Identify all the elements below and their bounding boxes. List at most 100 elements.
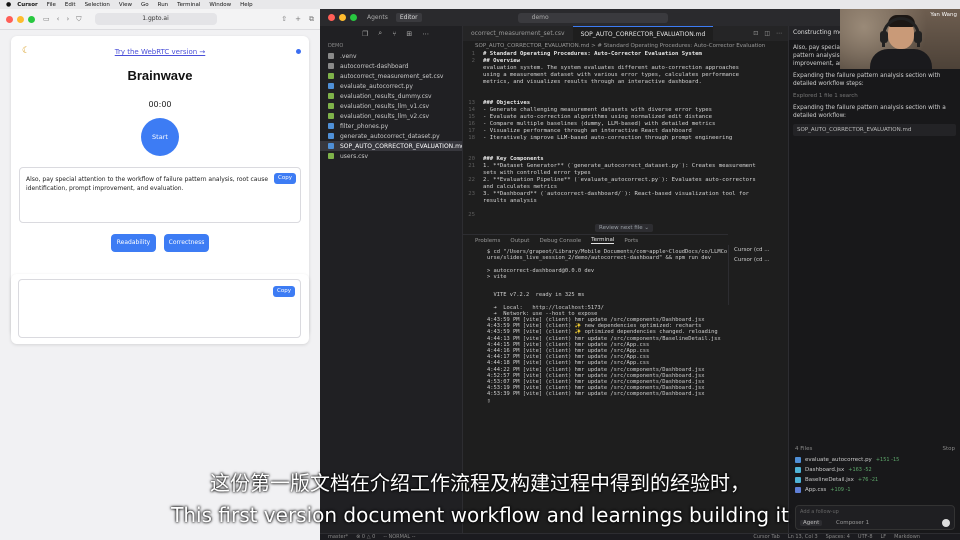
tabs-overview-icon[interactable]: ⧉ xyxy=(309,15,314,24)
copy-output-button[interactable]: Copy xyxy=(273,286,295,297)
back-icon[interactable]: ‹ xyxy=(57,15,60,23)
code-line[interactable] xyxy=(463,149,788,156)
file-tree-item[interactable]: evaluate_autocorrect.py xyxy=(320,81,462,91)
file-tree-item[interactable]: .venv xyxy=(320,51,462,61)
code-line[interactable]: 13 ### Objectives xyxy=(463,100,788,107)
output-textarea[interactable] xyxy=(18,279,301,338)
breadcrumb[interactable]: SOP_AUTO_CORRECTOR_EVALUATION.md > # Sta… xyxy=(463,41,788,51)
cursor-position[interactable]: Ln 13, Col 3 xyxy=(788,534,818,540)
editor-tab-csv[interactable]: ocorrect_measurement_set.csv xyxy=(463,26,573,41)
tab-output[interactable]: Output xyxy=(510,238,529,244)
sidebar-toggle-icon[interactable]: ▭ xyxy=(43,15,50,23)
code-line[interactable]: using a measurement dataset with various… xyxy=(463,72,788,79)
source-control-icon[interactable]: ⑂ xyxy=(392,30,396,38)
share-icon[interactable]: ⇧ xyxy=(281,15,287,24)
address-bar[interactable]: 1.gpto.ai xyxy=(94,13,217,25)
more-actions-icon[interactable]: ⋯ xyxy=(776,30,782,37)
encoding[interactable]: UTF-8 xyxy=(858,534,873,540)
file-tree-item[interactable]: SOP_AUTO_CORRECTOR_EVALUATION.md xyxy=(320,141,462,151)
file-tree-item[interactable]: evaluation_results_llm_v1.csv xyxy=(320,101,462,111)
git-branch[interactable]: master* xyxy=(328,534,348,540)
terminal-session-item[interactable]: Cursor (cd ... xyxy=(729,255,788,265)
menu-selection[interactable]: Selection xyxy=(85,2,110,8)
close-window-button[interactable] xyxy=(6,15,13,23)
copy-transcript-button[interactable]: Copy xyxy=(274,173,296,184)
code-line[interactable]: metrics, and visualizes results through … xyxy=(463,79,788,86)
cursor-tab-status[interactable]: Cursor Tab xyxy=(753,534,780,540)
readability-button[interactable]: Readability xyxy=(111,234,156,252)
agent-mode-dropdown[interactable]: Agent xyxy=(800,520,823,526)
send-button[interactable] xyxy=(942,519,950,527)
chat-input-box[interactable]: Add a follow-up Agent Composer 1 xyxy=(795,505,955,530)
zoom-window-button[interactable] xyxy=(28,15,35,23)
code-line[interactable]: results analysis xyxy=(463,198,788,205)
line-ending[interactable]: LF xyxy=(881,534,887,540)
code-line[interactable]: 20 ### Key Components xyxy=(463,156,788,163)
menu-file[interactable]: File xyxy=(47,2,56,8)
code-line[interactable]: 25 xyxy=(463,212,788,219)
file-tree-item[interactable]: evaluation_results_llm_v2.csv xyxy=(320,111,462,121)
code-content[interactable]: 1 # Standard Operating Procedures: Auto-C… xyxy=(463,51,788,219)
editor-tab-sop[interactable]: SOP_AUTO_CORRECTOR_EVALUATION.md xyxy=(572,26,714,41)
file-reference-chip[interactable]: SOP_AUTO_CORRECTOR_EVALUATION.md xyxy=(793,124,956,136)
command-search-input[interactable]: demo xyxy=(517,12,668,23)
code-line[interactable]: 14 - Generate challenging measurement dat… xyxy=(463,107,788,114)
files-icon[interactable]: ❐ xyxy=(362,30,368,38)
editor-minimize-button[interactable] xyxy=(339,14,346,21)
changed-file-item[interactable]: App.css +109 -1 xyxy=(795,485,955,495)
explored-summary[interactable]: Explored 1 file 1 search xyxy=(793,92,956,100)
file-tree-item[interactable]: users.csv xyxy=(320,151,462,161)
menu-terminal[interactable]: Terminal xyxy=(177,2,200,8)
extensions-icon[interactable]: ⊞ xyxy=(406,30,412,38)
file-tree-item[interactable]: filter_phones.py xyxy=(320,121,462,131)
search-icon[interactable]: ⌕ xyxy=(378,29,382,38)
code-line[interactable] xyxy=(463,205,788,212)
split-editor-icon[interactable]: ◫ xyxy=(764,30,770,37)
problems-count[interactable]: ⊗ 0 △ 0 xyxy=(356,534,375,540)
menu-app-name[interactable]: Cursor xyxy=(17,2,37,8)
new-tab-icon[interactable]: + xyxy=(295,15,301,24)
preview-icon[interactable]: ⊡ xyxy=(753,30,758,37)
tab-problems[interactable]: Problems xyxy=(475,238,500,244)
indentation[interactable]: Spaces: 4 xyxy=(826,534,850,540)
file-tree-item[interactable]: evaluation_results_dummy.csv xyxy=(320,91,462,101)
apple-icon[interactable]: ● xyxy=(6,1,11,8)
correctness-button[interactable]: Correctness xyxy=(164,234,209,252)
code-line[interactable] xyxy=(463,86,788,93)
chat-input-placeholder[interactable]: Add a follow-up xyxy=(800,509,839,515)
explorer-section-title[interactable]: DEMO xyxy=(320,43,462,51)
more-icon[interactable]: ⋯ xyxy=(422,30,429,38)
menu-view[interactable]: View xyxy=(119,2,132,8)
changed-file-item[interactable]: BaselineDetail.jsx +76 -21 xyxy=(795,475,955,485)
terminal-session-item[interactable]: Cursor (cd ... xyxy=(729,245,788,255)
code-line[interactable]: and calculates metrics xyxy=(463,184,788,191)
code-line[interactable]: 18 - Iteratively improve LLM-based auto-c… xyxy=(463,135,788,142)
code-line[interactable]: 16 - Compare multiple baselines (dummy, L… xyxy=(463,121,788,128)
code-line[interactable]: 22 2. **Evaluation Pipeline** (`evaluate_… xyxy=(463,177,788,184)
editor-close-button[interactable] xyxy=(328,14,335,21)
tab-editor[interactable]: Editor xyxy=(395,13,422,22)
terminal-output[interactable]: $ cd "/Users/grapeot/Library/Mobile Docu… xyxy=(463,246,728,404)
menu-run[interactable]: Run xyxy=(158,2,169,8)
code-line[interactable]: evaluation system. The system evaluates … xyxy=(463,65,788,72)
changed-file-item[interactable]: evaluate_autocorrect.py +151 -15 xyxy=(795,455,955,465)
changed-file-item[interactable]: Dashboard.jsx +163 -52 xyxy=(795,465,955,475)
code-line[interactable]: sets with controlled error types xyxy=(463,170,788,177)
language-mode[interactable]: Markdown xyxy=(894,534,920,540)
menu-help[interactable]: Help xyxy=(240,2,253,8)
file-tree-item[interactable]: generate_autocorrect_dataset.py xyxy=(320,131,462,141)
code-line[interactable] xyxy=(463,142,788,149)
code-line[interactable]: 15 - Evaluate auto-correction algorithms … xyxy=(463,114,788,121)
stop-button[interactable]: Stop xyxy=(942,446,955,455)
code-line[interactable]: 23 3. **Dashboard** (`autocorrect-dashboa… xyxy=(463,191,788,198)
editor-zoom-button[interactable] xyxy=(350,14,357,21)
webrtc-version-link[interactable]: Try the WebRTC version → xyxy=(11,48,309,56)
code-line[interactable]: 1 # Standard Operating Procedures: Auto-C… xyxy=(463,51,788,58)
minimize-window-button[interactable] xyxy=(17,15,24,23)
shield-icon[interactable]: ⛉ xyxy=(76,15,81,24)
tab-terminal[interactable]: Terminal xyxy=(591,237,615,244)
changed-files-count[interactable]: 4 Files xyxy=(795,446,812,455)
tab-ports[interactable]: Ports xyxy=(624,238,638,244)
file-tree-item[interactable]: autocorrect_measurement_set.csv xyxy=(320,71,462,81)
code-line[interactable]: 17 - Visualize performance through an int… xyxy=(463,128,788,135)
